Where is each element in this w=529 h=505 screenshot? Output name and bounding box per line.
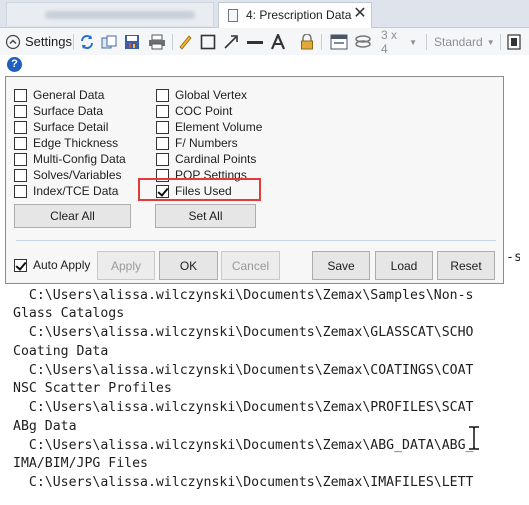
- save-button[interactable]: Save: [312, 251, 370, 280]
- checkbox[interactable]: [156, 120, 169, 134]
- checkbox-f-numbers[interactable]: F/ Numbers: [156, 135, 238, 151]
- checkbox[interactable]: [156, 88, 169, 102]
- print-icon[interactable]: [148, 33, 166, 51]
- checkbox-checked[interactable]: [14, 258, 27, 272]
- checkbox-label: Edge Thickness: [33, 136, 119, 150]
- checkbox-label: General Data: [33, 88, 105, 102]
- output-line: ABg Data: [13, 419, 77, 434]
- checkbox-surface-data[interactable]: Surface Data: [14, 103, 103, 119]
- checkbox-auto-apply[interactable]: Auto Apply: [14, 257, 90, 273]
- arrow-icon[interactable]: [223, 33, 239, 51]
- checkbox[interactable]: [14, 104, 27, 118]
- checkbox-multi-config-data[interactable]: Multi-Config Data: [14, 151, 126, 167]
- toolbar: Settings 3 x 4 ▼ Standard ▼: [0, 28, 529, 56]
- checkbox-global-vertex[interactable]: Global Vertex: [156, 87, 247, 103]
- rectangle-icon[interactable]: [200, 33, 216, 51]
- standard-dropdown[interactable]: Standard ▼: [434, 33, 495, 51]
- tab-prescription-data[interactable]: 4: Prescription Data ✕: [218, 2, 372, 28]
- settings-chevron-icon[interactable]: [5, 33, 21, 51]
- checkbox-label: F/ Numbers: [175, 136, 238, 150]
- text-icon[interactable]: [270, 33, 286, 51]
- output-line: C:\Users\alissa.wilczynski\Documents\Zem…: [13, 475, 474, 490]
- lock-icon[interactable]: [300, 33, 314, 51]
- output-line: C:\Users\alissa.wilczynski\Documents\Zem…: [13, 288, 474, 303]
- settings-button[interactable]: Settings: [25, 34, 72, 49]
- copy-icon[interactable]: [101, 33, 117, 51]
- help-bar: ?: [0, 55, 529, 75]
- files-used-highlight: [138, 178, 261, 201]
- reset-button[interactable]: Reset: [437, 251, 495, 280]
- checkbox-label: Cardinal Points: [175, 152, 257, 166]
- line-icon[interactable]: [246, 33, 264, 51]
- output-line: C:\Users\alissa.wilczynski\Documents\Zem…: [13, 363, 474, 378]
- checkbox[interactable]: [14, 120, 27, 134]
- refresh-icon[interactable]: [79, 33, 95, 51]
- text-cursor-icon: [469, 426, 479, 450]
- layers-icon[interactable]: [354, 33, 372, 51]
- tab-label: 4: Prescription Data: [246, 8, 352, 22]
- panel-divider: [16, 240, 496, 241]
- checkbox-general-data[interactable]: General Data: [14, 87, 104, 103]
- set-all-button[interactable]: Set All: [155, 204, 256, 228]
- toolbar-separator: [500, 34, 501, 50]
- checkbox[interactable]: [14, 136, 27, 150]
- checkbox[interactable]: [156, 136, 169, 150]
- output-line: C:\Users\alissa.wilczynski\Documents\Zem…: [13, 400, 474, 415]
- tab-other-window[interactable]: [6, 2, 214, 26]
- tab-blurred-label: [45, 11, 195, 19]
- standard-dropdown-label: Standard: [434, 35, 483, 49]
- checkbox-label: Index/TCE Data: [33, 184, 119, 198]
- cancel-button[interactable]: Cancel: [221, 251, 280, 280]
- checkbox[interactable]: [14, 168, 27, 182]
- output-line: C:\Users\alissa.wilczynski\Documents\Zem…: [13, 438, 474, 453]
- close-icon[interactable]: ✕: [352, 5, 368, 23]
- toolbar-separator: [321, 34, 322, 50]
- checkbox-solves-variables[interactable]: Solves/Variables: [14, 167, 122, 183]
- output-line: Coating Data: [13, 344, 109, 359]
- checkbox-label: Auto Apply: [33, 258, 91, 272]
- checkbox-label: Solves/Variables: [33, 168, 122, 182]
- checkbox[interactable]: [156, 152, 169, 166]
- chevron-down-icon: ▼: [486, 37, 495, 47]
- checkbox-cardinal-points[interactable]: Cardinal Points: [156, 151, 256, 167]
- toolbar-separator: [426, 34, 427, 50]
- clear-all-button[interactable]: Clear All: [14, 204, 131, 228]
- checkbox[interactable]: [14, 184, 27, 198]
- checkbox-label: COC Point: [175, 104, 233, 118]
- vertical-scrollbar[interactable]: [520, 75, 529, 505]
- tab-strip: 4: Prescription Data ✕: [0, 0, 529, 28]
- output-line: IMA/BIM/JPG Files: [13, 456, 148, 471]
- load-button[interactable]: Load: [375, 251, 433, 280]
- window-icon[interactable]: [330, 33, 348, 51]
- checkbox-label: Surface Detail: [33, 120, 109, 134]
- chevron-down-icon: ▼: [409, 37, 417, 47]
- checkbox[interactable]: [14, 88, 27, 102]
- toolbar-separator: [73, 34, 74, 50]
- checkbox-index-tce-data[interactable]: Index/TCE Data: [14, 183, 118, 199]
- output-line: Glass Catalogs: [13, 306, 125, 321]
- checkbox-label: Multi-Config Data: [33, 152, 126, 166]
- pencil-icon[interactable]: [177, 33, 193, 51]
- output-line: C:\Users\alissa.wilczynski\Documents\Zem…: [13, 325, 474, 340]
- save-chart-icon[interactable]: [124, 33, 140, 51]
- checkbox-label: Element Volume: [175, 120, 263, 134]
- checkbox-coc-point[interactable]: COC Point: [156, 103, 232, 119]
- layout-dropdown-label: 3 x 4: [381, 28, 398, 56]
- checkbox-label: Surface Data: [33, 104, 104, 118]
- help-icon[interactable]: ?: [7, 57, 22, 72]
- toolbar-separator: [172, 34, 173, 50]
- apply-button[interactable]: Apply: [97, 251, 155, 280]
- checkbox-label: Global Vertex: [175, 88, 248, 102]
- document-icon: [228, 9, 238, 22]
- checkbox[interactable]: [14, 152, 27, 166]
- checkbox-element-volume[interactable]: Element Volume: [156, 119, 262, 135]
- checkbox-edge-thickness[interactable]: Edge Thickness: [14, 135, 118, 151]
- panel-toggle-icon[interactable]: [507, 33, 521, 51]
- checkbox-surface-detail[interactable]: Surface Detail: [14, 119, 108, 135]
- ok-button[interactable]: OK: [159, 251, 218, 280]
- layout-dropdown[interactable]: 3 x 4 ▼: [381, 28, 417, 56]
- output-line: NSC Scatter Profiles: [13, 381, 172, 396]
- checkbox[interactable]: [156, 104, 169, 118]
